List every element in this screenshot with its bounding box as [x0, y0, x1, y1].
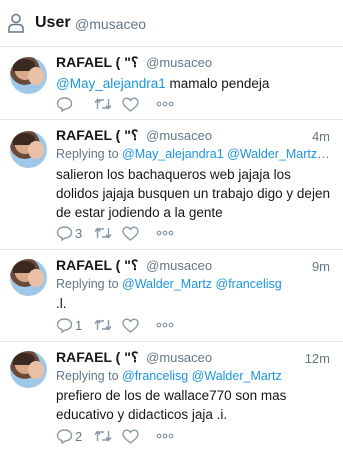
more-icon	[156, 322, 174, 328]
more-icon	[156, 433, 174, 439]
tweet-actions	[56, 95, 174, 113]
tweet-author: RAFAEL ( "؟ @musaceo	[56, 257, 212, 274]
like-button[interactable]	[122, 317, 156, 333]
replying-to: Replying to @Walder_Martz @francelisg	[56, 277, 331, 291]
tweet-actions: 1	[56, 316, 174, 334]
retweet-icon	[94, 227, 112, 239]
more-button[interactable]	[156, 322, 174, 328]
header-handle: @musaceo	[75, 16, 147, 32]
replying-prefix: Replying to	[56, 147, 123, 161]
avatar[interactable]	[10, 259, 47, 296]
tweet-actions: 2	[56, 427, 174, 445]
reply-count: 2	[75, 428, 83, 444]
heart-icon	[122, 428, 139, 444]
retweet-icon	[94, 319, 112, 331]
tweet[interactable]: RAFAEL ( "؟ @musaceo 12m Replying to @fr…	[0, 342, 343, 453]
replying-to: Replying to @May_alejandra1 @Walder_Mart…	[56, 147, 331, 161]
tweet-timestamp[interactable]: 12m	[305, 351, 330, 366]
author-name[interactable]: RAFAEL ( "؟	[56, 54, 138, 70]
tweet-text: .l.	[56, 296, 67, 311]
heart-icon	[122, 225, 139, 241]
reply-count: 3	[75, 225, 83, 241]
timeline-header: User @musaceo	[0, 0, 343, 47]
tweet-body: mamalo pendeja	[165, 76, 270, 91]
author-handle[interactable]: @musaceo	[146, 128, 212, 143]
tweet-author: RAFAEL ( "؟ @musaceo	[56, 127, 212, 144]
reply-icon	[56, 429, 73, 444]
author-handle[interactable]: @musaceo	[146, 258, 212, 273]
replying-to: Replying to @francelisg @Walder_Martz	[56, 369, 331, 383]
more-icon	[156, 101, 174, 107]
tweet-timestamp[interactable]: 9m	[312, 259, 330, 274]
retweet-icon	[94, 430, 112, 442]
avatar[interactable]	[10, 57, 47, 94]
author-name[interactable]: RAFAEL ( "؟	[56, 349, 138, 365]
replying-users[interactable]: @Walder_Martz @francelisg	[122, 277, 282, 291]
replying-users[interactable]: @francelisg @Walder_Martz	[122, 369, 282, 383]
retweet-icon	[94, 98, 112, 110]
user-icon	[8, 13, 24, 33]
retweet-button[interactable]	[94, 429, 122, 443]
tweet-timestamp[interactable]: 4m	[312, 129, 330, 144]
reply-button[interactable]: 2	[56, 428, 94, 444]
tweet[interactable]: RAFAEL ( "؟ @musaceo @May_alejandra1 mam…	[0, 47, 343, 120]
heart-icon	[122, 96, 139, 112]
mention-link[interactable]: @May_alejandra1	[56, 76, 166, 91]
heart-icon	[122, 317, 139, 333]
replying-prefix: Replying to	[56, 369, 123, 383]
retweet-button[interactable]	[94, 97, 122, 111]
reply-button[interactable]: 3	[56, 225, 94, 241]
avatar[interactable]	[10, 351, 47, 388]
retweet-button[interactable]	[94, 318, 122, 332]
tweet-text: prefiero de los de wallace770 son mas ed…	[56, 388, 287, 422]
like-button[interactable]	[122, 96, 156, 112]
reply-icon	[56, 226, 73, 241]
replying-users[interactable]: @May_alejandra1 @Walder_Martz an...	[122, 147, 331, 161]
reply-icon	[56, 97, 73, 112]
tweet[interactable]: RAFAEL ( "؟ @musaceo 9m Replying to @Wal…	[0, 250, 343, 342]
reply-button[interactable]: 1	[56, 317, 94, 333]
tweet-text: salieron los bachaqueros web jajaja los …	[56, 167, 330, 220]
more-button[interactable]	[156, 101, 174, 107]
header-title: User	[35, 14, 71, 31]
tweet-author: RAFAEL ( "؟ @musaceo	[56, 349, 212, 366]
avatar[interactable]	[10, 131, 47, 168]
tweet-author: RAFAEL ( "؟ @musaceo	[56, 54, 212, 71]
like-button[interactable]	[122, 428, 156, 444]
retweet-button[interactable]	[94, 226, 122, 240]
author-name[interactable]: RAFAEL ( "؟	[56, 257, 138, 273]
reply-count: 1	[75, 317, 83, 333]
author-handle[interactable]: @musaceo	[146, 55, 212, 70]
tweet-actions: 3	[56, 224, 174, 242]
tweet[interactable]: RAFAEL ( "؟ @musaceo 4m Replying to @May…	[0, 120, 343, 250]
more-button[interactable]	[156, 433, 174, 439]
more-icon	[156, 230, 174, 236]
reply-button[interactable]	[56, 96, 94, 112]
tweet-text: @May_alejandra1 mamalo pendeja	[56, 74, 336, 93]
more-button[interactable]	[156, 230, 174, 236]
reply-icon	[56, 318, 73, 333]
replying-prefix: Replying to	[56, 277, 123, 291]
like-button[interactable]	[122, 225, 156, 241]
author-handle[interactable]: @musaceo	[146, 350, 212, 365]
author-name[interactable]: RAFAEL ( "؟	[56, 127, 138, 143]
